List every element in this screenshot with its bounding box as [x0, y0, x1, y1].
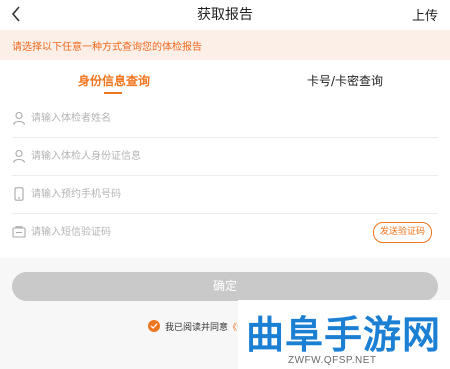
person-icon [12, 111, 26, 125]
watermark-subtitle: ZWFW.QFSP.NET [288, 355, 377, 366]
name-input[interactable] [31, 110, 361, 127]
watermark-title: 曲阜手游网 [246, 313, 442, 357]
header-bar: 获取报告 上传 [0, 0, 450, 30]
agreement-checkbox[interactable] [148, 320, 160, 332]
phone-icon [14, 187, 24, 201]
page-title: 获取报告 [197, 7, 253, 23]
agreement-text: 我已阅读并同意 [165, 323, 229, 333]
upload-button[interactable]: 上传 [412, 5, 438, 24]
tab-card-query[interactable]: 卡号/卡密查询 [307, 72, 383, 89]
query-form: 发送验证码 [0, 100, 450, 258]
active-tab-indicator [104, 92, 122, 94]
sms-code-input[interactable] [31, 224, 331, 241]
notice-text: 请选择以下任意一种方式查询您的体检报告 [12, 42, 202, 53]
send-code-button[interactable]: 发送验证码 [372, 222, 432, 243]
tab-id-query[interactable]: 身份信息查询 [78, 72, 150, 89]
query-tabs: 身份信息查询 卡号/卡密查询 [0, 60, 450, 100]
phone-row [12, 176, 438, 214]
name-row [12, 100, 438, 138]
message-icon [12, 226, 26, 238]
id-row [12, 138, 438, 176]
notice-banner: 请选择以下任意一种方式查询您的体检报告 [0, 30, 450, 60]
confirm-button[interactable]: 确定 [12, 272, 438, 301]
phone-input[interactable] [31, 186, 361, 203]
sms-row: 发送验证码 [12, 214, 438, 251]
check-icon [150, 323, 158, 329]
id-number-input[interactable] [31, 148, 361, 165]
watermark: 曲阜手游网 ZWFW.QFSP.NET [238, 300, 450, 369]
person-icon [12, 149, 26, 163]
